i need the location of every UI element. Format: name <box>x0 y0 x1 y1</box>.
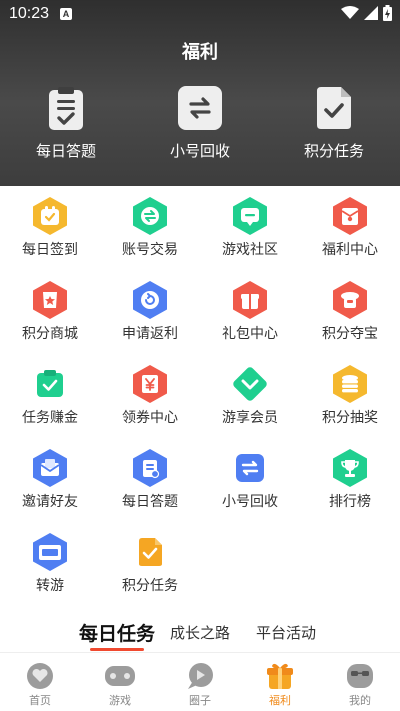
grid-label: 积分任务 <box>122 578 178 594</box>
chat-icon <box>230 196 270 236</box>
shop-bag-icon <box>30 280 70 320</box>
gift-box-icon <box>230 280 270 320</box>
nav-label: 游戏 <box>109 694 131 707</box>
grid-invite-friends[interactable]: 邀请好友 <box>0 446 100 530</box>
grid-daily-signin[interactable]: 每日签到 <box>0 194 100 278</box>
grid-coupon-center[interactable]: 领券中心 <box>100 362 200 446</box>
grid-label: 游享会员 <box>222 410 278 426</box>
treasure-icon <box>330 280 370 320</box>
status-bar: 10:23 A <box>0 0 400 28</box>
status-time: 10:23 <box>9 5 50 22</box>
quick-label: 小号回收 <box>169 142 230 160</box>
grid-label: 排行榜 <box>329 494 371 510</box>
grid-points-treasure[interactable]: 积分夺宝 <box>300 278 400 362</box>
grid-label: 任务赚金 <box>22 410 78 426</box>
grid-label: 积分夺宝 <box>322 326 378 342</box>
grid-points-task[interactable]: 积分任务 <box>100 530 200 614</box>
tab-active-indicator <box>90 648 144 651</box>
grid-points-mall[interactable]: 积分商城 <box>0 278 100 362</box>
refund-icon <box>130 280 170 320</box>
grid-vip-member[interactable]: 游享会员 <box>200 362 300 446</box>
invite-mail-icon <box>30 448 70 488</box>
notification-icon: A <box>60 8 72 20</box>
exchange-arrows-icon <box>178 86 222 130</box>
profile-face-icon <box>343 661 377 691</box>
calendar-check-icon <box>30 196 70 236</box>
coupon-yen-icon <box>130 364 170 404</box>
quick-points-task[interactable]: 积分任务 <box>274 84 394 161</box>
document-check-icon <box>312 86 356 130</box>
clipboard-check-icon <box>44 86 88 130</box>
grid-label: 领券中心 <box>122 410 178 426</box>
grid-account-recycle[interactable]: 小号回收 <box>200 446 300 530</box>
nav-label: 圈子 <box>189 694 211 707</box>
nav-games[interactable]: 游戏 <box>80 661 160 708</box>
grid-label: 福利中心 <box>322 242 378 258</box>
grid-label: 转游 <box>36 578 64 594</box>
daily-quiz-icon <box>130 448 170 488</box>
nav-circles[interactable]: 圈子 <box>160 661 240 708</box>
grid-gift-center[interactable]: 礼包中心 <box>200 278 300 362</box>
grid-rebate-apply[interactable]: 申请返利 <box>100 278 200 362</box>
grid-label: 积分抽奖 <box>322 410 378 426</box>
nav-welfare[interactable]: 福利 <box>240 661 320 708</box>
grid-label: 账号交易 <box>122 242 178 258</box>
grid-game-community[interactable]: 游戏社区 <box>200 194 300 278</box>
quick-daily-quiz[interactable]: 每日答题 <box>6 84 126 161</box>
tab-platform-events[interactable]: 平台活动 <box>256 622 316 643</box>
grid-points-lottery[interactable]: 积分抽奖 <box>300 362 400 446</box>
home-heart-icon <box>23 661 57 691</box>
grid-daily-quiz[interactable]: 每日答题 <box>100 446 200 530</box>
gift-icon <box>263 661 297 691</box>
nav-label: 福利 <box>269 694 291 707</box>
vip-diamond-icon <box>230 364 270 404</box>
grid-leaderboard[interactable]: 排行榜 <box>300 446 400 530</box>
grid-task-earn[interactable]: 任务赚金 <box>0 362 100 446</box>
battery-icon <box>383 5 392 21</box>
nav-home[interactable]: 首页 <box>0 661 80 708</box>
grid-label: 礼包中心 <box>222 326 278 342</box>
grid-label: 邀请好友 <box>22 494 78 510</box>
status-icons <box>341 5 392 21</box>
grid-label: 每日签到 <box>22 242 78 258</box>
signal-icon <box>364 6 378 20</box>
grid-transfer-game[interactable]: 转游 <box>0 530 100 614</box>
grid-label: 游戏社区 <box>222 242 278 258</box>
tab-daily-tasks[interactable]: 每日任务 <box>79 619 155 646</box>
nav-mine[interactable]: 我的 <box>320 661 400 708</box>
grid-account-trade[interactable]: 账号交易 <box>100 194 200 278</box>
header: 10:23 A 福利 每日答题 小号回收 积分任务 <box>0 0 400 186</box>
bottom-nav: 首页 游戏 圈子 福利 我的 <box>0 652 400 711</box>
quick-account-recycle[interactable]: 小号回收 <box>140 84 260 161</box>
grid-welfare-center[interactable]: 福利中心 <box>300 194 400 278</box>
circle-chat-icon <box>183 661 217 691</box>
task-tabs: 每日任务 成长之路 平台活动 <box>0 622 400 652</box>
trophy-icon <box>330 448 370 488</box>
wifi-icon <box>341 6 359 19</box>
points-task-icon <box>130 532 170 572</box>
coins-stack-icon <box>330 364 370 404</box>
quick-actions: 每日答题 小号回收 积分任务 <box>0 84 400 174</box>
quick-label: 每日答题 <box>35 142 96 160</box>
gift-envelope-icon <box>330 196 370 236</box>
nav-label: 我的 <box>349 694 371 707</box>
gamepad-icon <box>103 661 137 691</box>
grid-label: 小号回收 <box>222 494 278 510</box>
nav-label: 首页 <box>29 694 51 707</box>
tab-growth-path[interactable]: 成长之路 <box>170 622 230 643</box>
task-check-icon <box>30 364 70 404</box>
grid-label: 积分商城 <box>22 326 78 342</box>
quick-label: 积分任务 <box>303 142 364 160</box>
page-title: 福利 <box>182 42 218 63</box>
account-recycle-icon <box>230 448 270 488</box>
swap-icon <box>130 196 170 236</box>
grid-label: 申请返利 <box>122 326 178 342</box>
transfer-game-icon <box>30 532 70 572</box>
grid-label: 每日答题 <box>122 494 178 510</box>
